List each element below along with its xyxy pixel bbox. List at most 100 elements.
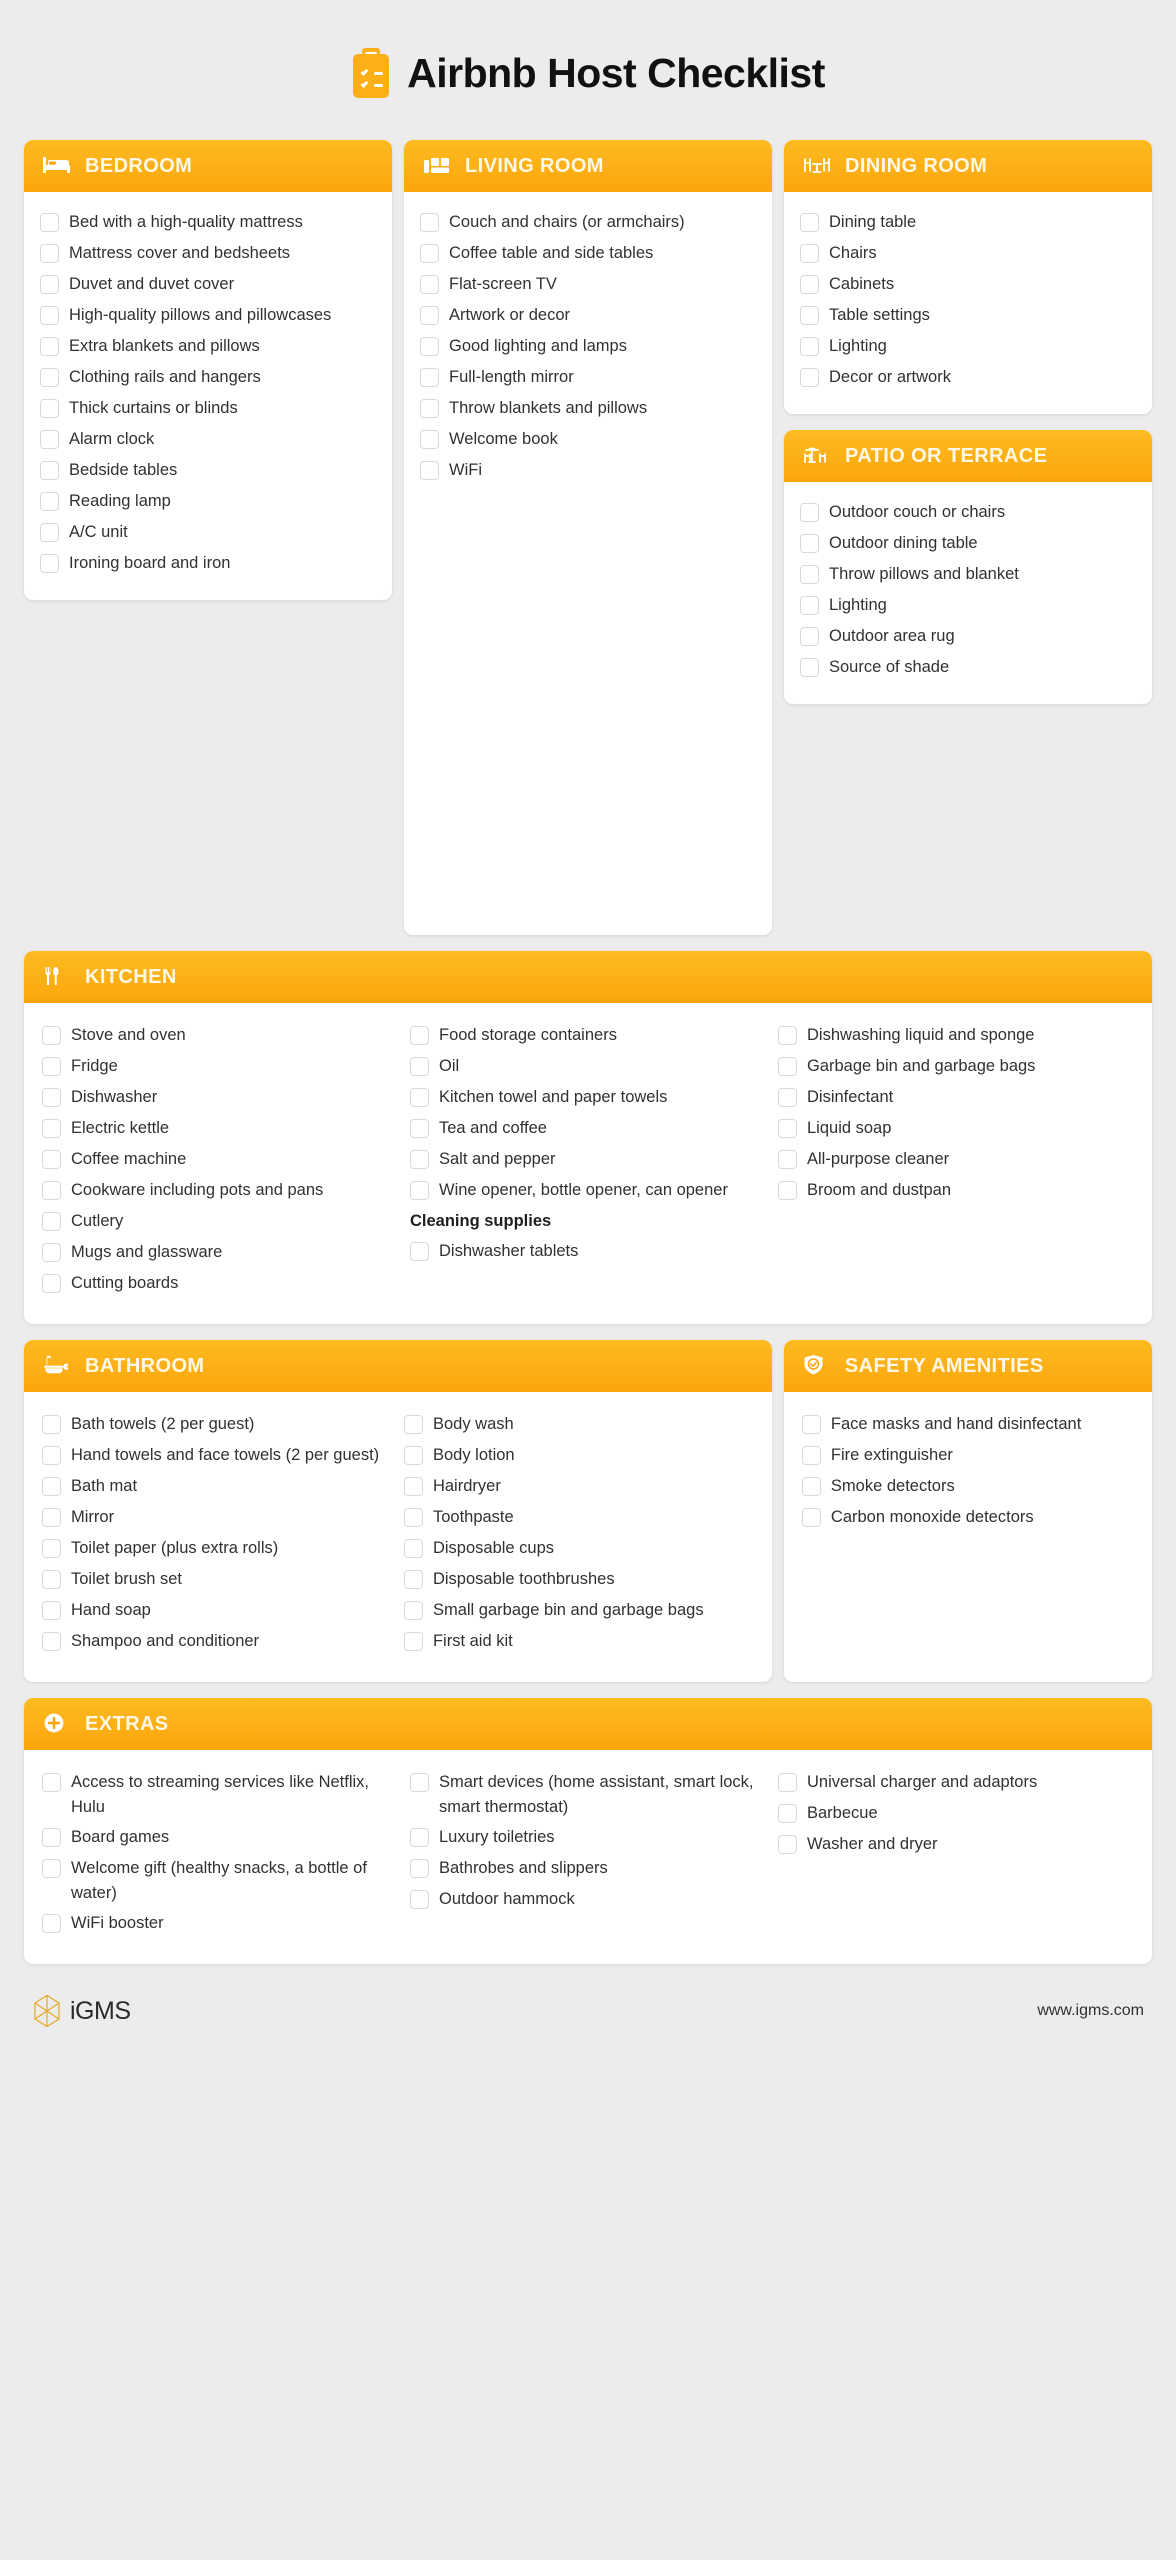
checkbox[interactable] — [420, 399, 439, 418]
checklist-item[interactable]: Stove and oven — [42, 1023, 398, 1049]
checkbox[interactable] — [420, 244, 439, 263]
checklist-item[interactable]: First aid kit — [403, 1629, 754, 1655]
checkbox[interactable] — [800, 627, 819, 646]
checkbox[interactable] — [410, 1026, 429, 1045]
checkbox[interactable] — [42, 1828, 61, 1847]
checkbox[interactable] — [420, 213, 439, 232]
checklist-item[interactable]: Artwork or decor — [420, 303, 756, 329]
checklist-item[interactable]: Broom and dustpan — [778, 1178, 1134, 1204]
checkbox[interactable] — [778, 1150, 797, 1169]
checklist-item[interactable]: High-quality pillows and pillowcases — [40, 303, 376, 329]
checkbox[interactable] — [800, 244, 819, 263]
checkbox[interactable] — [801, 1415, 821, 1434]
checklist-item[interactable]: Throw blankets and pillows — [420, 396, 756, 422]
checkbox[interactable] — [410, 1150, 429, 1169]
checklist-item[interactable]: Smoke detectors — [801, 1474, 1134, 1500]
checklist-item[interactable]: Ironing board and iron — [40, 551, 376, 577]
checklist-item[interactable]: Garbage bin and garbage bags — [778, 1054, 1134, 1080]
checkbox[interactable] — [778, 1088, 797, 1107]
checklist-item[interactable]: Source of shade — [800, 655, 1136, 681]
checklist-item[interactable]: Mugs and glassware — [42, 1240, 398, 1266]
checklist-item[interactable]: Cutting boards — [42, 1271, 398, 1297]
checklist-item[interactable]: Dining table — [800, 210, 1136, 236]
checkbox[interactable] — [801, 1446, 821, 1465]
checkbox[interactable] — [42, 1539, 61, 1558]
checkbox[interactable] — [42, 1601, 61, 1620]
checklist-item[interactable]: Outdoor area rug — [800, 624, 1136, 650]
checklist-item[interactable]: Barbecue — [778, 1801, 1134, 1827]
checkbox[interactable] — [800, 534, 819, 553]
checklist-item[interactable]: Luxury toiletries — [410, 1825, 766, 1851]
checklist-item[interactable]: Thick curtains or blinds — [40, 396, 376, 422]
checkbox[interactable] — [42, 1212, 61, 1231]
checklist-item[interactable]: Kitchen towel and paper towels — [410, 1085, 766, 1111]
checkbox[interactable] — [42, 1181, 61, 1200]
checklist-item[interactable]: Salt and pepper — [410, 1147, 766, 1173]
checkbox[interactable] — [410, 1859, 429, 1878]
checklist-item[interactable]: Bed with a high-quality mattress — [40, 210, 376, 236]
checklist-item[interactable]: WiFi booster — [42, 1911, 398, 1937]
checklist-item[interactable]: Reading lamp — [40, 489, 376, 515]
checklist-item[interactable]: Cookware including pots and pans — [42, 1178, 398, 1204]
checkbox[interactable] — [420, 368, 439, 387]
checklist-item[interactable]: Small garbage bin and garbage bags — [403, 1598, 754, 1624]
checkbox[interactable] — [778, 1835, 797, 1854]
checkbox[interactable] — [410, 1181, 429, 1200]
checkbox[interactable] — [40, 213, 59, 232]
checkbox[interactable] — [800, 368, 819, 387]
checkbox[interactable] — [403, 1415, 423, 1434]
checkbox[interactable] — [410, 1057, 429, 1076]
checkbox[interactable] — [42, 1243, 61, 1262]
checklist-item[interactable]: Liquid soap — [778, 1116, 1134, 1142]
checkbox[interactable] — [42, 1773, 61, 1792]
checklist-item[interactable]: Decor or artwork — [800, 365, 1136, 391]
checkbox[interactable] — [42, 1914, 61, 1933]
checkbox[interactable] — [42, 1274, 61, 1293]
checklist-item[interactable]: WiFi — [420, 458, 756, 484]
checkbox[interactable] — [40, 430, 59, 449]
checklist-item[interactable]: Fire extinguisher — [801, 1443, 1134, 1469]
checkbox[interactable] — [800, 337, 819, 356]
checkbox[interactable] — [403, 1570, 423, 1589]
checkbox[interactable] — [410, 1242, 429, 1261]
checklist-item[interactable]: Tea and coffee — [410, 1116, 766, 1142]
checkbox[interactable] — [420, 430, 439, 449]
checkbox[interactable] — [42, 1415, 61, 1434]
checkbox[interactable] — [800, 275, 819, 294]
checklist-item[interactable]: Toothpaste — [403, 1505, 754, 1531]
checkbox[interactable] — [40, 368, 59, 387]
checkbox[interactable] — [410, 1773, 429, 1792]
checkbox[interactable] — [778, 1773, 797, 1792]
checkbox[interactable] — [420, 275, 439, 294]
checkbox[interactable] — [410, 1828, 429, 1847]
checklist-item[interactable]: Dishwasher — [42, 1085, 398, 1111]
checklist-item[interactable]: Oil — [410, 1054, 766, 1080]
checkbox[interactable] — [40, 461, 59, 480]
checklist-item[interactable]: Duvet and duvet cover — [40, 272, 376, 298]
checkbox[interactable] — [403, 1508, 423, 1527]
checkbox[interactable] — [42, 1026, 61, 1045]
checklist-item[interactable]: Face masks and hand disinfectant — [801, 1412, 1134, 1438]
checkbox[interactable] — [801, 1508, 821, 1527]
checkbox[interactable] — [801, 1477, 821, 1496]
checkbox[interactable] — [778, 1804, 797, 1823]
checklist-item[interactable]: Alarm clock — [40, 427, 376, 453]
checklist-item[interactable]: Toilet paper (plus extra rolls) — [42, 1536, 392, 1562]
checkbox[interactable] — [800, 596, 819, 615]
checkbox[interactable] — [778, 1181, 797, 1200]
checkbox[interactable] — [800, 213, 819, 232]
checkbox[interactable] — [403, 1539, 423, 1558]
checklist-item[interactable]: Board games — [42, 1825, 398, 1851]
checklist-item[interactable]: Good lighting and lamps — [420, 334, 756, 360]
checklist-item[interactable]: Food storage containers — [410, 1023, 766, 1049]
checklist-item[interactable]: Full-length mirror — [420, 365, 756, 391]
checkbox[interactable] — [40, 554, 59, 573]
checklist-item[interactable]: Dishwasher tablets — [410, 1239, 766, 1265]
checkbox[interactable] — [778, 1057, 797, 1076]
checklist-item[interactable]: Bedside tables — [40, 458, 376, 484]
checkbox[interactable] — [42, 1119, 61, 1138]
checklist-item[interactable]: Shampoo and conditioner — [42, 1629, 392, 1655]
checkbox[interactable] — [40, 337, 59, 356]
checklist-item[interactable]: Wine opener, bottle opener, can opener — [410, 1178, 766, 1204]
checkbox[interactable] — [40, 306, 59, 325]
